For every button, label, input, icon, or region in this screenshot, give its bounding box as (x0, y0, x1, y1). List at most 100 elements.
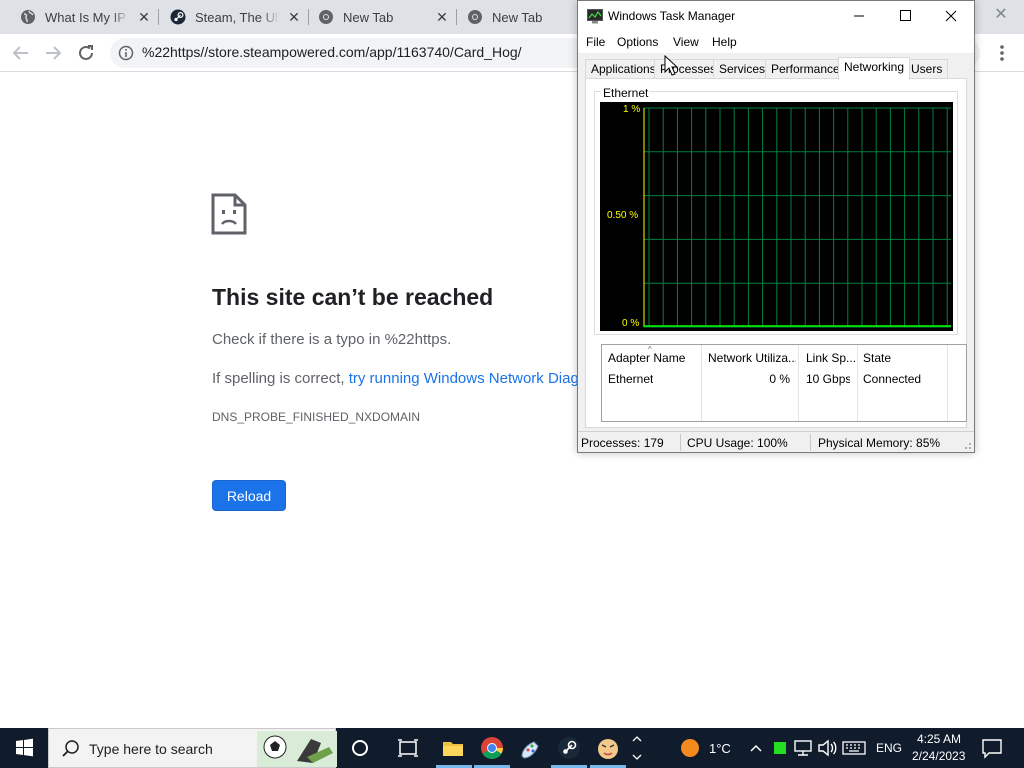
cell-adapter: Ethernet (608, 372, 654, 386)
tab-users[interactable]: Users (905, 59, 949, 79)
y-axis-label-min: 0 % (622, 318, 640, 329)
steam-icon[interactable] (557, 736, 581, 760)
weather-temperature[interactable]: 1°C (709, 741, 731, 756)
taskbar-search-box[interactable]: Type here to search (48, 728, 337, 768)
notification-icon[interactable] (980, 736, 1004, 760)
column-divider (947, 345, 948, 421)
chrome-icon (468, 10, 482, 24)
close-icon[interactable] (928, 1, 974, 31)
windows-taskbar: Type here to search 1°C ENG 4:25 AM 2/24… (0, 728, 1024, 768)
maximize-icon[interactable] (882, 1, 928, 31)
reload-icon[interactable] (75, 42, 97, 64)
weather-sun-icon[interactable] (678, 736, 702, 760)
browser-tab-newtab-1[interactable]: New Tab ✕ (318, 0, 450, 34)
status-divider (810, 434, 811, 451)
tab-separator (308, 9, 309, 25)
taskbar-scroll-icon[interactable] (628, 730, 646, 766)
steam-icon (170, 9, 186, 25)
browser-close-icon[interactable]: ✕ (991, 5, 1011, 25)
browser-tab-newtab-2[interactable]: New Tab (467, 0, 577, 34)
task-view-icon[interactable] (396, 736, 420, 760)
windows-start-icon[interactable] (0, 728, 48, 768)
forward-arrow-icon[interactable] (42, 42, 64, 64)
column-header-link-speed[interactable]: Link Sp... (806, 351, 856, 365)
menu-file[interactable]: File (586, 35, 605, 49)
status-memory: Physical Memory: 85% (818, 436, 941, 450)
networking-panel: Ethernet 1 % 0.50 % 0 % ^ Adapter Name N… (585, 78, 967, 428)
tab-separator (456, 9, 457, 25)
resize-grip-icon[interactable] (962, 440, 972, 450)
search-placeholder: Type here to search (89, 741, 213, 757)
sad-document-icon (211, 193, 247, 235)
task-manager-app-icon (587, 9, 603, 24)
graph-grid (643, 107, 951, 328)
diagnostics-hint-text: If spelling is correct, (212, 370, 349, 387)
y-axis-label-mid: 0.50 % (607, 210, 639, 221)
error-title: This site can’t be reached (212, 284, 494, 310)
cortana-icon[interactable] (348, 736, 372, 760)
minimize-icon[interactable] (836, 1, 882, 31)
tab-title: What Is My IP A (45, 9, 129, 25)
paint-app-icon[interactable] (519, 736, 543, 760)
tab-separator (158, 9, 159, 25)
file-explorer-icon[interactable] (441, 736, 465, 760)
column-header-adapter[interactable]: Adapter Name (608, 351, 698, 365)
task-manager-titlebar[interactable]: Windows Task Manager (578, 1, 974, 31)
volume-icon[interactable] (815, 736, 839, 760)
column-header-utilization[interactable]: Network Utiliza... (708, 351, 796, 365)
back-arrow-icon[interactable] (10, 42, 32, 64)
cell-state: Connected (863, 372, 922, 386)
error-diagnostics-hint: If spelling is correct, try running Wind… (212, 370, 577, 387)
task-manager-statusbar: Processes: 179 CPU Usage: 100% Physical … (578, 431, 974, 452)
clock-time[interactable]: 4:25 AM (917, 732, 961, 746)
keyboard-icon[interactable] (842, 736, 866, 760)
cell-link-speed: 10 Gbps (806, 372, 850, 386)
tab-title: New Tab (492, 9, 543, 25)
menu-help[interactable]: Help (712, 35, 737, 49)
network-icon[interactable] (791, 736, 815, 760)
address-url[interactable]: %22https//store.steampowered.com/app/116… (142, 44, 522, 60)
tab-close-icon[interactable]: ✕ (434, 9, 450, 25)
globe-icon (21, 10, 35, 24)
status-processes: Processes: 179 (581, 436, 664, 450)
error-code: DNS_PROBE_FINISHED_NXDOMAIN (212, 410, 421, 424)
more-menu-icon[interactable] (996, 43, 1008, 63)
tab-applications[interactable]: Applications (585, 59, 662, 79)
info-icon[interactable] (118, 45, 134, 61)
adapter-table: ^ Adapter Name Network Utiliza... Link S… (601, 344, 967, 422)
status-cpu: CPU Usage: 100% (687, 436, 788, 450)
ethernet-group-label: Ethernet (601, 86, 651, 100)
y-axis-label-max: 1 % (623, 104, 641, 115)
menu-view[interactable]: View (673, 35, 699, 49)
column-divider (857, 345, 858, 421)
status-divider (680, 434, 681, 451)
network-diagnostics-link[interactable]: try running Windows Network Diagnostics (349, 370, 577, 387)
clock-date[interactable]: 2/24/2023 (912, 749, 965, 763)
tab-close-icon[interactable]: ✕ (286, 9, 302, 25)
window-title: Windows Task Manager (608, 9, 736, 23)
menu-options[interactable]: Options (617, 35, 658, 49)
search-icon (62, 740, 79, 757)
browser-tab-steam[interactable]: Steam, The Ultim ✕ (170, 0, 302, 34)
tab-performance[interactable]: Performance (765, 59, 846, 79)
browser-tab-whatismyip[interactable]: What Is My IP A ✕ (20, 0, 152, 34)
task-manager-window: Windows Task Manager File Options View H… (577, 0, 975, 453)
tab-services[interactable]: Services (713, 59, 772, 79)
chrome-icon (319, 10, 333, 24)
green-status-icon[interactable] (768, 736, 792, 760)
column-header-state[interactable]: State (863, 351, 943, 365)
tab-close-icon[interactable]: ✕ (136, 9, 152, 25)
network-utilization-graph: 1 % 0.50 % 0 % (600, 102, 953, 331)
input-language[interactable]: ENG (876, 741, 902, 755)
tab-title: New Tab (343, 9, 394, 25)
mouse-cursor-icon (664, 55, 678, 76)
reload-button[interactable]: Reload (212, 480, 286, 511)
task-manager-taskbar-icon[interactable] (596, 736, 620, 760)
chrome-icon[interactable] (480, 736, 504, 760)
tab-networking[interactable]: Networking (838, 57, 911, 80)
cell-utilization: 0 % (769, 372, 790, 386)
task-manager-menubar: File Options View Help (578, 31, 974, 53)
column-divider (798, 345, 799, 421)
search-highlight-soccer-icon (257, 731, 337, 767)
tray-expand-icon[interactable] (744, 736, 768, 760)
